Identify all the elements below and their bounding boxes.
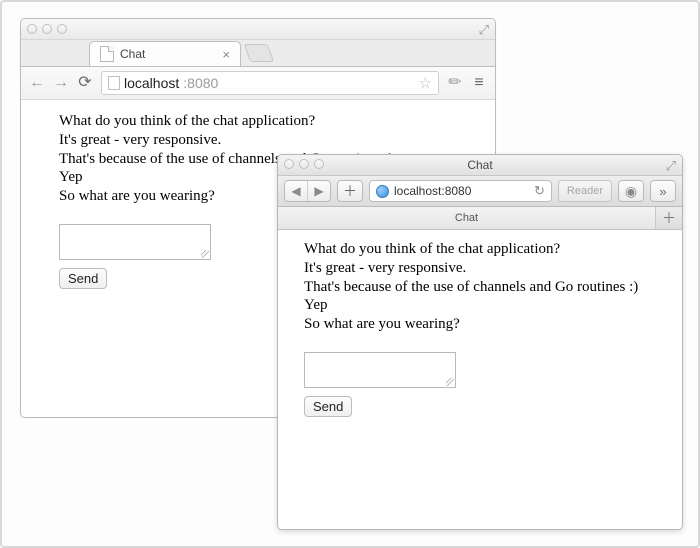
chat-message: So what are you wearing? bbox=[304, 315, 672, 334]
minimize-window-icon[interactable] bbox=[299, 159, 309, 169]
url-text: localhost:8080 bbox=[394, 184, 471, 198]
safari-titlebar: Chat ⤢ bbox=[278, 155, 682, 176]
reload-icon[interactable]: ↻ bbox=[534, 183, 545, 199]
browser-tab[interactable]: Chat bbox=[278, 207, 656, 229]
tab-title: Chat bbox=[120, 47, 145, 61]
page-favicon-icon bbox=[100, 46, 114, 62]
chat-message: It's great - very responsive. bbox=[59, 131, 485, 150]
chrome-titlebar: ⤢ bbox=[21, 19, 495, 40]
back-button[interactable]: ◀ bbox=[285, 181, 307, 201]
chat-message: Yep bbox=[304, 296, 672, 315]
minimize-window-icon[interactable] bbox=[42, 24, 52, 34]
message-input[interactable] bbox=[304, 352, 456, 388]
send-button[interactable]: Send bbox=[59, 268, 107, 289]
globe-icon bbox=[376, 185, 389, 198]
menu-icon[interactable]: ≡ bbox=[471, 75, 487, 91]
url-host: localhost bbox=[124, 75, 179, 91]
forward-button[interactable]: ▶ bbox=[307, 181, 330, 201]
overflow-button[interactable]: » bbox=[650, 180, 676, 202]
page-content: What do you think of the chat applicatio… bbox=[278, 230, 682, 530]
window-title: Chat bbox=[467, 158, 492, 172]
page-icon bbox=[108, 76, 120, 90]
safari-toolbar: ◀ ▶ ＋ localhost:8080 ↻ Reader ◉ » bbox=[278, 176, 682, 207]
add-bookmark-button[interactable]: ＋ bbox=[337, 180, 363, 202]
bookmark-star-icon[interactable]: ☆ bbox=[419, 74, 432, 92]
new-tab-button[interactable]: ＋ bbox=[656, 207, 682, 229]
reload-button[interactable]: ⟳ bbox=[77, 75, 93, 91]
browser-tab[interactable]: Chat × bbox=[89, 41, 241, 66]
window-controls bbox=[27, 24, 67, 34]
safari-window: Chat ⤢ ◀ ▶ ＋ localhost:8080 ↻ Reader ◉ »… bbox=[277, 154, 683, 530]
safari-tabbar: Chat ＋ bbox=[278, 207, 682, 230]
chat-message: It's great - very responsive. bbox=[304, 259, 672, 278]
chat-message: What do you think of the chat applicatio… bbox=[59, 112, 485, 131]
chrome-toolbar: ← → ⟳ localhost:8080 ☆ ✏ ≡ bbox=[21, 67, 495, 100]
address-bar[interactable]: localhost:8080 ↻ bbox=[369, 180, 552, 202]
expand-icon[interactable]: ⤢ bbox=[479, 22, 489, 38]
window-controls bbox=[284, 159, 324, 169]
downloads-button[interactable]: ◉ bbox=[618, 180, 644, 202]
webrtc-icon[interactable]: ✏ bbox=[447, 75, 463, 91]
chrome-tabstrip: Chat × bbox=[21, 40, 495, 67]
close-window-icon[interactable] bbox=[284, 159, 294, 169]
new-tab-button[interactable] bbox=[244, 44, 275, 62]
message-input[interactable] bbox=[59, 224, 211, 260]
url-port: :8080 bbox=[183, 75, 218, 91]
back-button[interactable]: ← bbox=[29, 75, 45, 91]
zoom-window-icon[interactable] bbox=[57, 24, 67, 34]
close-window-icon[interactable] bbox=[27, 24, 37, 34]
chat-message: What do you think of the chat applicatio… bbox=[304, 240, 672, 259]
forward-button[interactable]: → bbox=[53, 75, 69, 91]
close-tab-icon[interactable]: × bbox=[222, 47, 230, 62]
tab-title: Chat bbox=[455, 212, 478, 224]
zoom-window-icon[interactable] bbox=[314, 159, 324, 169]
send-button[interactable]: Send bbox=[304, 396, 352, 417]
expand-icon[interactable]: ⤢ bbox=[666, 158, 676, 174]
address-bar[interactable]: localhost:8080 ☆ bbox=[101, 71, 439, 95]
reader-button[interactable]: Reader bbox=[558, 180, 612, 202]
nav-buttons: ◀ ▶ bbox=[284, 180, 331, 202]
chat-message: That's because of the use of channels an… bbox=[304, 278, 672, 297]
